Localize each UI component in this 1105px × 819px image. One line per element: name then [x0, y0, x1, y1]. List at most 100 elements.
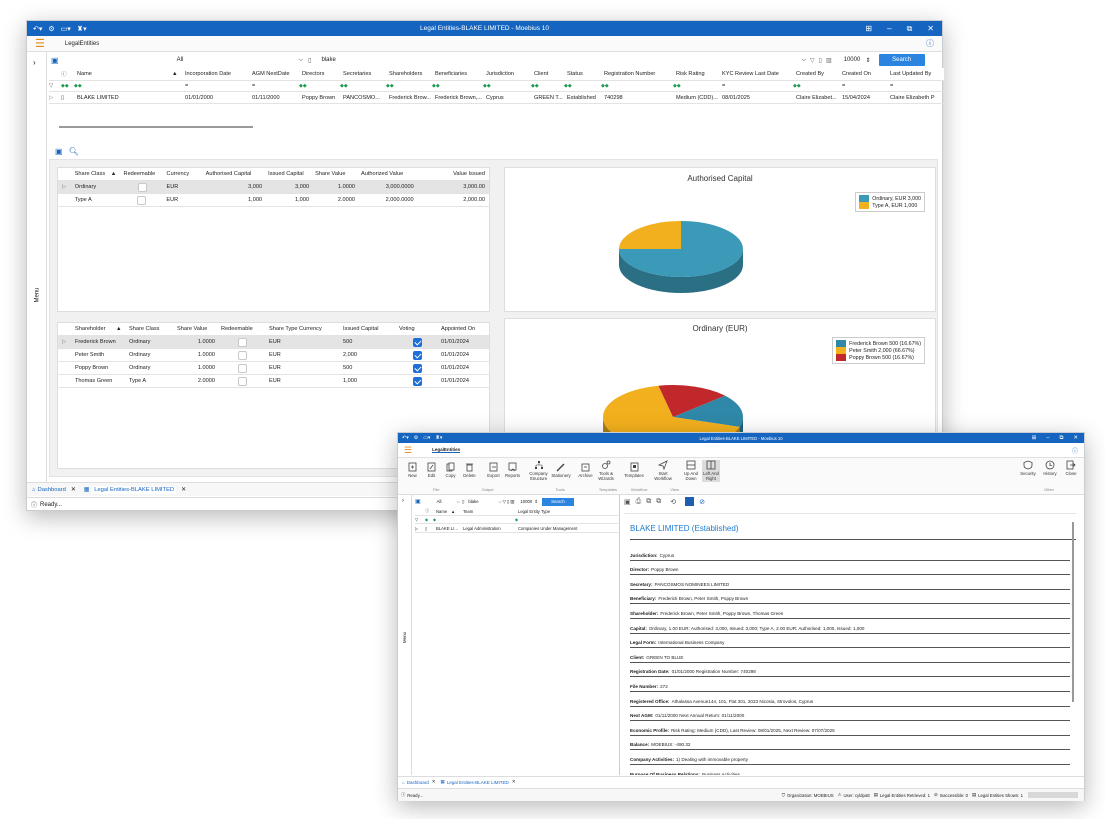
- cell-agm-date[interactable]: 01/11/2000: [249, 95, 299, 101]
- cell-appointed-on[interactable]: 01/01/2024: [438, 339, 488, 345]
- cell-share-value[interactable]: 2.0000: [174, 378, 218, 384]
- table-row[interactable]: ▷ ▯ BLAKE LIMITED 01/01/2000 01/11/2000 …: [49, 92, 944, 104]
- sort-asc-icon[interactable]: ▲: [111, 171, 121, 177]
- user-icon[interactable]: ♜▾: [435, 435, 442, 441]
- column-header[interactable]: Last Updated By: [887, 71, 937, 77]
- close-tab-icon[interactable]: ✕: [432, 779, 436, 785]
- cell-jurisdiction[interactable]: Cyprus: [483, 95, 531, 101]
- cell-last-updated-by[interactable]: Claire Elizabeth P: [887, 95, 937, 101]
- info-icon[interactable]: ⓘ: [1072, 446, 1078, 455]
- reports-button[interactable]: Reports: [504, 462, 521, 479]
- column-header[interactable]: KYC Review Last Date: [719, 71, 793, 77]
- horizontal-scrollbar[interactable]: [59, 126, 253, 128]
- info-icon[interactable]: ⓘ: [926, 38, 934, 49]
- cell-risk-rating[interactable]: Medium (CDD)...: [673, 95, 719, 101]
- close-tab-icon[interactable]: ✕: [181, 487, 186, 493]
- cell-currency[interactable]: EUR: [266, 352, 340, 358]
- edit-button[interactable]: Edit: [423, 462, 440, 479]
- columns-icon[interactable]: ▥: [510, 499, 514, 505]
- undo-icon[interactable]: ↶▾: [33, 25, 42, 33]
- cell-value-issued[interactable]: 3,000.00: [417, 184, 489, 190]
- column-header[interactable]: Beneficiaries: [432, 71, 483, 77]
- clipboard2-icon[interactable]: ▯: [507, 499, 509, 505]
- filter-op-icon[interactable]: ◆◆: [531, 83, 564, 89]
- scope-dropdown-icon[interactable]: ⌵: [299, 57, 304, 64]
- dashboard-icon[interactable]: ⌂: [402, 780, 405, 785]
- filter-op-icon[interactable]: ◆◆: [483, 83, 531, 89]
- column-header[interactable]: Created On: [839, 71, 887, 77]
- cell-shareholder[interactable]: Frederick Brown: [72, 339, 126, 345]
- pie-slice[interactable]: [619, 221, 681, 249]
- table-row[interactable]: Poppy Brown Ordinary 1.0000 EUR 500 01/0…: [58, 362, 489, 375]
- filter-op-icon[interactable]: ◆◆: [386, 83, 432, 89]
- maximize-button[interactable]: ⧉: [1059, 435, 1063, 442]
- search-detail-icon[interactable]: 🔍︎: [69, 147, 79, 156]
- cell-authorized-value[interactable]: 2,000.0000: [358, 197, 417, 203]
- cell-currency[interactable]: EUR: [163, 197, 202, 203]
- column-header[interactable]: Share Value: [174, 326, 218, 332]
- filter-op-icon[interactable]: ◆◆: [299, 83, 340, 89]
- breadcrumb[interactable]: LegalEntities: [432, 447, 461, 453]
- columns-icon[interactable]: ▥: [826, 57, 832, 64]
- voting-checkbox[interactable]: [396, 376, 438, 386]
- column-header[interactable]: Name: [433, 509, 451, 514]
- filter-panel-icon[interactable]: ▣: [51, 56, 59, 65]
- cell-name[interactable]: BLAKE LIMITED: [433, 526, 460, 531]
- delete-button[interactable]: Delete: [461, 462, 478, 479]
- column-header[interactable]: Share Value: [312, 171, 358, 177]
- vertical-scrollbar[interactable]: [1072, 522, 1074, 702]
- undo-icon[interactable]: ↶▾: [402, 435, 409, 441]
- column-header[interactable]: Team: [460, 509, 515, 514]
- search-options-icon[interactable]: ⌵: [498, 499, 501, 504]
- column-header[interactable]: Voting: [396, 326, 438, 332]
- maximize-button[interactable]: ⧉: [907, 24, 913, 34]
- cell-issued-capital[interactable]: 2,000: [340, 352, 396, 358]
- cell-issued-capital[interactable]: 500: [340, 339, 396, 345]
- column-header[interactable]: AGM NextDate: [249, 71, 299, 77]
- tab-dashboard[interactable]: Dashboard: [38, 487, 66, 493]
- cell-share-value[interactable]: 1.0000: [312, 184, 358, 190]
- tools-wizards-button[interactable]: Tools & Wizards: [596, 460, 616, 482]
- column-header[interactable]: Issued Capital: [340, 326, 396, 332]
- stationery-button[interactable]: Stationery: [551, 462, 571, 479]
- column-header[interactable]: Appointed On: [438, 326, 488, 332]
- filter-op[interactable]: =: [719, 83, 793, 89]
- filter-op[interactable]: =: [839, 83, 887, 89]
- cell-beneficiaries[interactable]: Frederick Brown,...: [432, 95, 483, 101]
- cell-team[interactable]: Legal Administration: [460, 526, 515, 531]
- table-row[interactable]: Type A EUR 1,000 1,000 2.0000 2,000.0000…: [58, 194, 489, 207]
- templates-button[interactable]: Templates: [624, 462, 644, 479]
- settings-icon[interactable]: ⚙: [414, 435, 418, 441]
- tab-dashboard[interactable]: Dashboard: [407, 780, 429, 785]
- cell-created-on[interactable]: 15/04/2024: [839, 95, 887, 101]
- cell-appointed-on[interactable]: 01/01/2024: [438, 378, 488, 384]
- search-button[interactable]: Search: [541, 497, 574, 506]
- filter-op-icon[interactable]: ◆: [425, 517, 433, 522]
- cell-currency[interactable]: EUR: [163, 184, 202, 190]
- close-tab-icon[interactable]: ✕: [512, 779, 516, 785]
- expand-chevron-icon[interactable]: ›: [402, 498, 404, 504]
- copy-button[interactable]: Copy: [442, 462, 459, 479]
- cell-share-class[interactable]: Type A: [126, 378, 174, 384]
- row-filter-icon[interactable]: ▽: [415, 517, 425, 522]
- window-layout-icon[interactable]: ▭▾: [61, 25, 71, 33]
- column-header[interactable]: Risk Rating: [673, 71, 719, 77]
- side-menu[interactable]: › Menu: [27, 52, 47, 482]
- clipboard2-icon[interactable]: ▯: [819, 57, 822, 64]
- table-row[interactable]: ▷ ▯ BLAKE LIMITED Legal Administration C…: [415, 524, 618, 533]
- cell-registration-number[interactable]: 740298: [601, 95, 673, 101]
- filter-op-icon[interactable]: ◆◆: [673, 83, 719, 89]
- redeemable-checkbox[interactable]: [218, 363, 266, 373]
- cell-authorised[interactable]: 1,000: [202, 197, 265, 203]
- column-header[interactable]: Secretaries: [340, 71, 386, 77]
- restore-layout-icon[interactable]: ⊞: [1032, 435, 1037, 441]
- cell-share-value[interactable]: 1.0000: [174, 365, 218, 371]
- cell-authorised[interactable]: 3,000: [203, 184, 266, 190]
- search-input[interactable]: blake: [321, 57, 801, 63]
- row-expand-icon[interactable]: ▷: [415, 526, 425, 531]
- filter-op-icon[interactable]: ◆◆: [793, 83, 839, 89]
- column-header[interactable]: Legal Entity Type: [515, 509, 615, 514]
- redeemable-checkbox[interactable]: [218, 337, 266, 347]
- voting-checkbox[interactable]: [396, 363, 438, 373]
- hamburger-menu-icon[interactable]: ☰: [404, 445, 412, 455]
